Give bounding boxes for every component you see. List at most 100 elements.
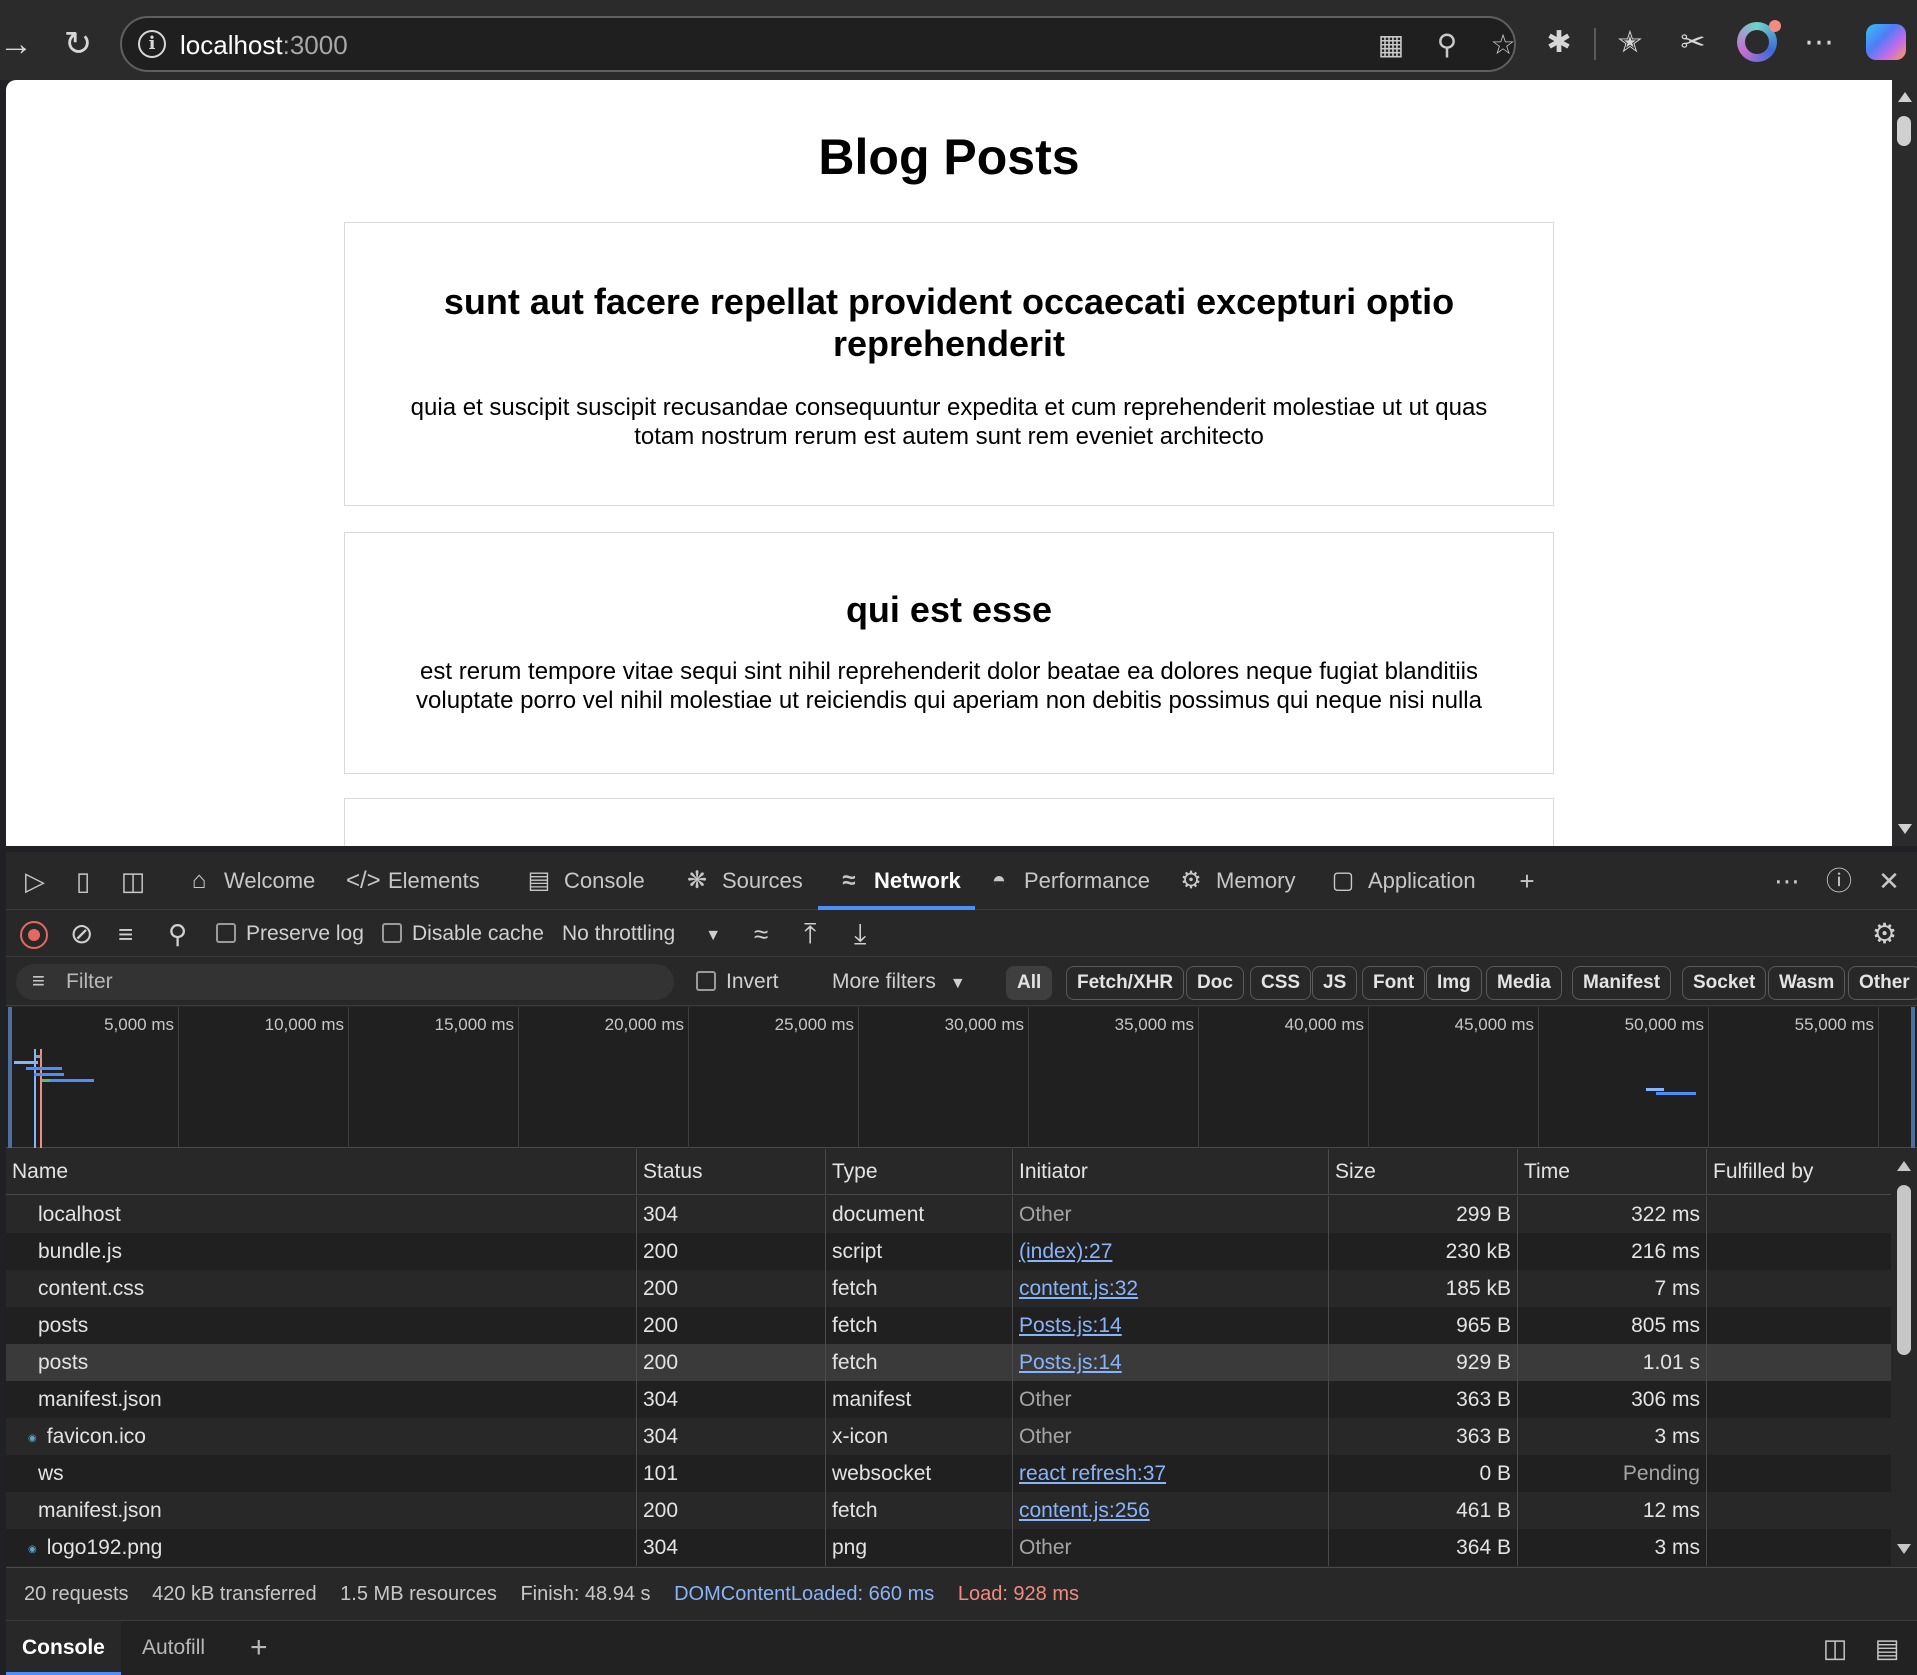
- cell-name[interactable]: posts: [6, 1344, 636, 1381]
- table-row[interactable]: ◉ logo192.png 304 png Other 364 B 3 ms: [6, 1529, 1891, 1566]
- table-row[interactable]: localhost 304 document Other 299 B 322 m…: [6, 1196, 1891, 1233]
- cell-name[interactable]: content.css: [6, 1270, 636, 1307]
- more-filters-dropdown[interactable]: More filters ▼: [832, 958, 966, 1004]
- cell-name[interactable]: bundle.js: [6, 1233, 636, 1270]
- table-row[interactable]: posts 200 fetch Posts.js:14 965 B 805 ms: [6, 1307, 1891, 1344]
- filter-chip-socket[interactable]: Socket: [1682, 966, 1767, 1000]
- clear-icon[interactable]: ⊘: [70, 911, 93, 957]
- profile-avatar[interactable]: [1737, 20, 1781, 62]
- filter-chip-manifest[interactable]: Manifest: [1572, 966, 1672, 1000]
- column-header-name[interactable]: Name: [6, 1149, 636, 1195]
- cell-name[interactable]: manifest.json: [6, 1492, 636, 1529]
- checkbox-box[interactable]: [382, 923, 402, 943]
- table-row[interactable]: ◉ favicon.ico 304 x-icon Other 363 B 3 ms: [6, 1418, 1891, 1455]
- export-har-icon[interactable]: ⤓: [854, 911, 866, 957]
- filter-input[interactable]: [16, 964, 674, 1000]
- filter-chip-fetch-xhr[interactable]: Fetch/XHR: [1066, 966, 1185, 1000]
- filter-chip-js[interactable]: JS: [1312, 966, 1358, 1000]
- cell-name[interactable]: ws: [6, 1455, 636, 1492]
- requests-scrollbar[interactable]: [1891, 1149, 1917, 1566]
- tab-welcome[interactable]: ⌂ Welcome: [182, 852, 316, 910]
- table-row[interactable]: content.css 200 fetch content.js:32 185 …: [6, 1270, 1891, 1307]
- search-icon[interactable]: ⚲: [168, 911, 187, 957]
- copilot-icon[interactable]: [1866, 24, 1906, 60]
- dock-drawer-icon[interactable]: ◫: [1816, 1629, 1854, 1667]
- checkbox-box[interactable]: [696, 971, 716, 991]
- more-tools-icon[interactable]: ⋯: [1768, 862, 1806, 900]
- tab-application[interactable]: ▢ Application: [1326, 852, 1476, 910]
- forward-arrow-icon[interactable]: →: [0, 22, 38, 66]
- zoom-out-icon[interactable]: ⚲: [1430, 28, 1464, 62]
- tab-sources[interactable]: ❋ Sources: [680, 852, 803, 910]
- initiator-link[interactable]: react refresh:37: [1019, 1462, 1166, 1485]
- scroll-up-icon[interactable]: [1898, 92, 1912, 102]
- table-row-selected[interactable]: posts 200 fetch Posts.js:14 929 B 1.01 s: [6, 1344, 1891, 1381]
- initiator-link[interactable]: content.js:32: [1019, 1277, 1138, 1300]
- cell-name[interactable]: ◉ logo192.png: [6, 1529, 636, 1566]
- invert-checkbox[interactable]: Invert: [696, 958, 779, 1004]
- address-bar[interactable]: i localhost:3000 ▦ ⚲ ☆: [120, 16, 1516, 72]
- tab-elements[interactable]: </> Elements: [346, 852, 480, 910]
- timeline-selection-start[interactable]: [8, 1007, 12, 1148]
- column-header-time[interactable]: Time: [1517, 1149, 1706, 1195]
- disable-cache-checkbox[interactable]: Disable cache: [382, 911, 544, 957]
- screenshot-icon[interactable]: ✂: [1670, 20, 1716, 66]
- filter-toggle-icon[interactable]: ≡: [118, 911, 133, 957]
- cell-name[interactable]: posts: [6, 1307, 636, 1344]
- throttling-select[interactable]: No throttling ▼: [562, 911, 721, 957]
- drawer-tab-autofill[interactable]: Autofill: [126, 1621, 221, 1675]
- url-text[interactable]: localhost:3000: [180, 30, 348, 61]
- filter-chip-font[interactable]: Font: [1362, 966, 1426, 1000]
- add-tab-icon[interactable]: +: [1508, 862, 1546, 900]
- filter-chip-doc[interactable]: Doc: [1186, 966, 1244, 1000]
- app-available-icon[interactable]: ▦: [1374, 28, 1408, 62]
- preserve-log-checkbox[interactable]: Preserve log: [216, 911, 364, 957]
- record-icon[interactable]: [20, 921, 48, 949]
- inspect-element-icon[interactable]: ▷: [16, 862, 54, 900]
- site-info-icon[interactable]: i: [138, 30, 166, 58]
- column-header-status[interactable]: Status: [636, 1149, 825, 1195]
- timeline-selection-end[interactable]: [1911, 1007, 1915, 1148]
- checkbox-box[interactable]: [216, 923, 236, 943]
- filter-chip-css[interactable]: CSS: [1250, 966, 1312, 1000]
- tab-performance[interactable]: ◓ Performance: [982, 852, 1150, 910]
- import-har-icon[interactable]: ⤒: [804, 911, 816, 957]
- table-row[interactable]: manifest.json 200 fetch content.js:256 4…: [6, 1492, 1891, 1529]
- close-icon[interactable]: ✕: [1870, 862, 1908, 900]
- scroll-down-icon[interactable]: [1897, 1544, 1911, 1554]
- scrollbar-thumb[interactable]: [1897, 116, 1911, 146]
- drawer-tab-console[interactable]: Console: [6, 1621, 121, 1675]
- tab-memory[interactable]: ⚙ Memory: [1174, 852, 1295, 910]
- settings-gear-icon[interactable]: ⚙: [1872, 911, 1897, 957]
- cell-name[interactable]: ◉ favicon.ico: [6, 1418, 636, 1455]
- favorite-star-icon[interactable]: ☆: [1486, 28, 1520, 62]
- initiator-link[interactable]: content.js:256: [1019, 1499, 1150, 1522]
- filter-chip-img[interactable]: Img: [1426, 966, 1482, 1000]
- more-icon[interactable]: ⋯: [1796, 20, 1842, 66]
- device-emulation-icon[interactable]: ▯: [64, 862, 102, 900]
- favorites-icon[interactable]: ✭: [1607, 20, 1653, 66]
- filter-chip-other[interactable]: Other: [1848, 966, 1917, 1000]
- column-header-size[interactable]: Size: [1328, 1149, 1517, 1195]
- extensions-icon[interactable]: ✱: [1536, 20, 1582, 66]
- tab-console[interactable]: ▤ Console: [522, 852, 645, 910]
- cell-name[interactable]: manifest.json: [6, 1381, 636, 1418]
- column-header-fulfilled-by[interactable]: Fulfilled by: [1706, 1149, 1891, 1195]
- column-header-initiator[interactable]: Initiator: [1012, 1149, 1328, 1195]
- dock-side-icon[interactable]: ◫: [114, 862, 152, 900]
- table-row[interactable]: bundle.js 200 script (index):27 230 kB 2…: [6, 1233, 1891, 1270]
- filter-chip-all[interactable]: All: [1006, 966, 1053, 1000]
- scrollbar-thumb[interactable]: [1897, 1185, 1911, 1355]
- tab-network[interactable]: ≈ Network: [818, 852, 975, 910]
- page-scrollbar[interactable]: [1892, 80, 1917, 846]
- initiator-link[interactable]: Posts.js:14: [1019, 1351, 1122, 1374]
- table-row[interactable]: ws 101 websocket react refresh:37 0 B Pe…: [6, 1455, 1891, 1492]
- initiator-link[interactable]: (index):27: [1019, 1240, 1112, 1263]
- scroll-up-icon[interactable]: [1897, 1161, 1911, 1171]
- expand-drawer-icon[interactable]: ▤: [1868, 1629, 1906, 1667]
- refresh-icon[interactable]: ↻: [56, 22, 100, 66]
- help-icon[interactable]: ⓘ: [1820, 862, 1858, 900]
- initiator-link[interactable]: Posts.js:14: [1019, 1314, 1122, 1337]
- network-overview-timeline[interactable]: 5,000 ms 10,000 ms 15,000 ms 20,000 ms 2…: [6, 1007, 1917, 1148]
- column-header-type[interactable]: Type: [825, 1149, 1012, 1195]
